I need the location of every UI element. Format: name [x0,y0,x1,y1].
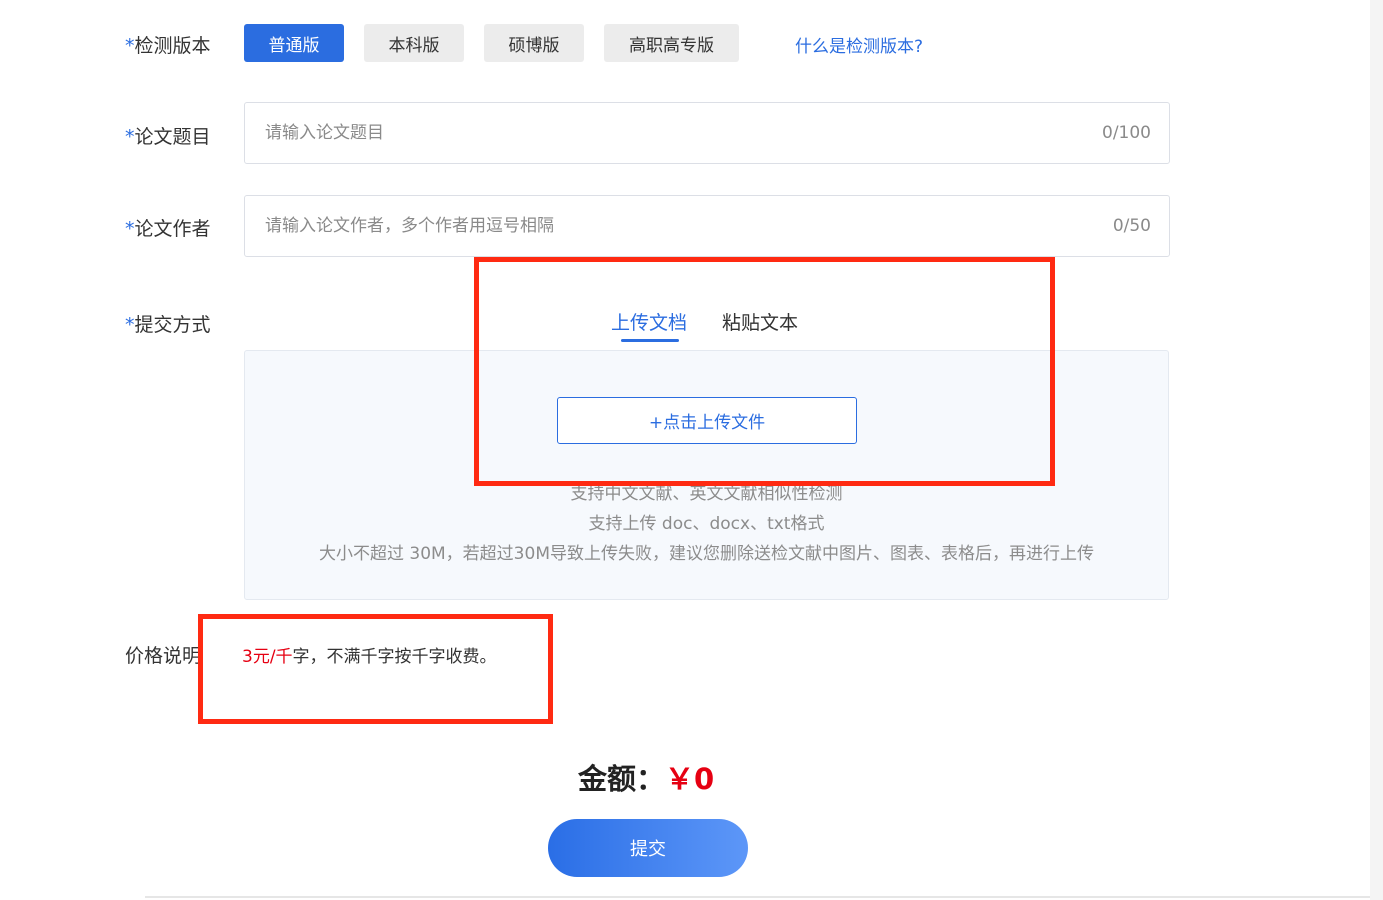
required-mark: * [125,314,135,336]
author-char-counter: 0/50 [1112,216,1151,236]
author-input[interactable]: 请输入论文作者，多个作者用逗号相隔 0/50 [244,195,1170,257]
version-button-vocational[interactable]: 高职高专版 [604,24,739,62]
version-help-link[interactable]: 什么是检测版本? [795,32,923,57]
title-placeholder: 请输入论文题目 [265,123,384,143]
title-label-text: 论文题目 [134,126,211,148]
submit-button[interactable]: 提交 [548,819,748,877]
submit-method-label: *提交方式 [125,310,211,337]
version-button-undergraduate[interactable]: 本科版 [364,24,464,62]
version-button-graduate[interactable]: 硕博版 [484,24,584,62]
upload-note-size: 大小不超过 30M，若超过30M导致上传失败，建议您删除送检文献中图片、图表、表… [318,544,1094,564]
title-input[interactable]: 请输入论文题目 0/100 [244,102,1170,164]
submit-method-label-text: 提交方式 [134,314,211,336]
author-placeholder: 请输入论文作者，多个作者用逗号相隔 [265,216,554,236]
upload-note-formats: 支持上传 doc、docx、txt格式 [588,514,825,534]
version-button-regular[interactable]: 普通版 [244,24,344,62]
amount-display: 金额：￥0 [578,756,714,798]
title-char-counter: 0/100 [1102,123,1151,143]
title-label: *论文题目 [125,122,211,149]
required-mark: * [125,35,135,57]
version-label-text: 检测版本 [134,35,211,57]
highlight-box-price [198,614,553,724]
scrollbar-track[interactable] [1370,0,1383,900]
amount-value: ￥0 [665,762,715,796]
version-label: *检测版本 [125,31,211,58]
price-label: 价格说明 [125,645,202,667]
highlight-box-submit-method [474,257,1055,486]
required-mark: * [125,126,135,148]
amount-label: 金额： [578,762,666,796]
author-label: *论文作者 [125,214,211,241]
author-label-text: 论文作者 [134,218,211,240]
required-mark: * [125,218,135,240]
bottom-divider [145,896,1370,898]
